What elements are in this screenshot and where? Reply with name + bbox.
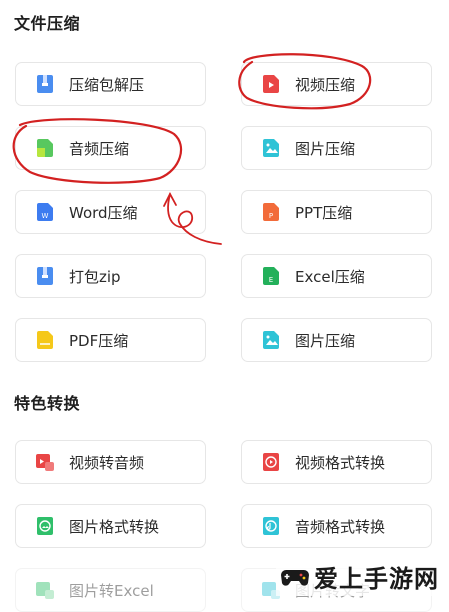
- card-label: PPT压缩: [295, 203, 353, 222]
- card-label: 视频压缩: [295, 75, 356, 94]
- card-video-to-audio[interactable]: 视频转音频: [15, 440, 206, 484]
- audio-file-icon: [35, 138, 55, 158]
- card-image-compress[interactable]: 图片压缩: [241, 126, 432, 170]
- card-label: 视频转音频: [69, 453, 145, 472]
- card-label: 图片压缩: [295, 139, 356, 158]
- card-audio-format-convert[interactable]: 音频格式转换: [241, 504, 432, 548]
- video-to-audio-icon: [35, 452, 55, 472]
- svg-text:P: P: [269, 212, 273, 220]
- card-label: 压缩包解压: [69, 75, 145, 94]
- watermark: 爱上手游网: [276, 557, 445, 596]
- card-pdf-compress[interactable]: PDF压缩: [15, 318, 206, 362]
- card-ppt-compress[interactable]: P PPT压缩: [241, 190, 432, 234]
- card-archive-extract[interactable]: 压缩包解压: [15, 62, 206, 106]
- watermark-text: 爱上手游网: [314, 565, 439, 593]
- card-image-compress-2[interactable]: 图片压缩: [241, 318, 432, 362]
- pdf-file-icon: [35, 330, 55, 350]
- section-title-feature-convert: 特色转换: [14, 394, 81, 413]
- image-file-icon: [261, 138, 281, 158]
- svg-text:E: E: [269, 276, 273, 284]
- image-to-excel-icon: [35, 580, 55, 600]
- gamepad-logo-icon: [281, 569, 309, 586]
- card-image-to-excel[interactable]: 图片转Excel: [15, 568, 206, 612]
- card-label: 图片格式转换: [69, 517, 160, 536]
- video-file-icon: [261, 74, 281, 94]
- zip-icon: [35, 266, 55, 286]
- section-title-file-compress: 文件压缩: [14, 14, 81, 33]
- card-label: PDF压缩: [69, 331, 129, 350]
- svg-text:W: W: [42, 212, 49, 220]
- card-pack-zip[interactable]: 打包zip: [15, 254, 206, 298]
- card-audio-compress[interactable]: 音频压缩: [15, 126, 206, 170]
- card-label: 音频格式转换: [295, 517, 386, 536]
- archive-icon: [35, 74, 55, 94]
- excel-file-icon: E: [261, 266, 281, 286]
- card-label: 视频格式转换: [295, 453, 386, 472]
- image-file-icon: [261, 330, 281, 350]
- card-image-format-convert[interactable]: 图片格式转换: [15, 504, 206, 548]
- audio-convert-icon: [261, 516, 281, 536]
- card-word-compress[interactable]: W Word压缩: [15, 190, 206, 234]
- card-video-compress[interactable]: 视频压缩: [241, 62, 432, 106]
- card-label: 音频压缩: [69, 139, 130, 158]
- word-file-icon: W: [35, 202, 55, 222]
- card-label: Word压缩: [69, 203, 138, 222]
- card-label: 图片压缩: [295, 331, 356, 350]
- card-excel-compress[interactable]: E Excel压缩: [241, 254, 432, 298]
- card-video-format-convert[interactable]: 视频格式转换: [241, 440, 432, 484]
- card-label: 图片转Excel: [69, 581, 154, 600]
- image-convert-icon: [35, 516, 55, 536]
- video-convert-icon: [261, 452, 281, 472]
- card-label: 打包zip: [69, 267, 121, 286]
- card-label: Excel压缩: [295, 267, 365, 286]
- ppt-file-icon: P: [261, 202, 281, 222]
